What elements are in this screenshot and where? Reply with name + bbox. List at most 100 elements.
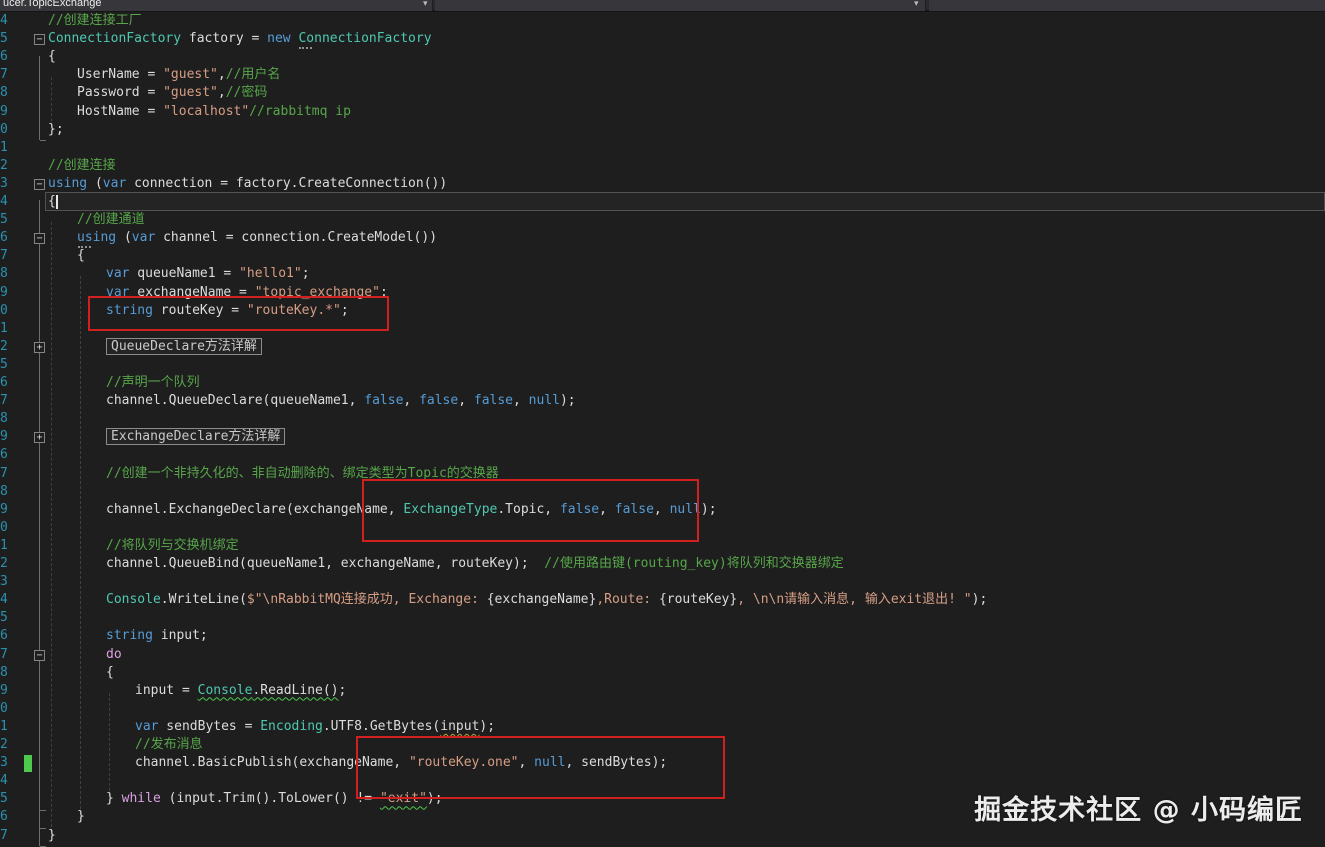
line-number: 6 (0, 49, 8, 65)
code-editor[interactable]: 4//创建连接工厂 5− ConnectionFactory factory = n… (0, 12, 1325, 847)
token: sendBytes = (158, 718, 261, 734)
token: ( (116, 230, 132, 246)
collapsed-region-box[interactable]: QueueDeclare方法详解 (106, 337, 262, 355)
code-line[interactable]: 6 //声明一个队列 (0, 374, 1325, 393)
token: //创建连接 (48, 157, 116, 173)
code-text: //发布消息 (135, 736, 203, 754)
code-line[interactable]: 8 Password = "guest",//密码 (0, 84, 1325, 103)
code-text: //创建通道 (77, 211, 145, 229)
token: false (419, 393, 459, 409)
fold-expand-icon[interactable]: + (34, 341, 45, 353)
line-number: 3 (0, 574, 8, 590)
code-line[interactable]: 9 + ExchangeDeclare方法详解 (0, 428, 1325, 447)
type-dropdown[interactable]: ▾ (435, 0, 926, 11)
change-tracker-bar (24, 754, 32, 773)
line-number: 6 (0, 628, 8, 644)
token: ConnectionFactory (48, 31, 182, 47)
token: UserName = (77, 67, 164, 83)
code-line[interactable]: 5− ConnectionFactory factory = new Connec… (0, 30, 1325, 50)
line-number: 7 (0, 465, 8, 481)
project-dropdown[interactable]: ucer.TopicExchange ▾ (0, 0, 433, 11)
code-line[interactable]: 4 //创建连接工厂 (0, 12, 1325, 31)
token: null (528, 393, 560, 409)
token: , \n\n请输入消息, 输入exit退出! " (737, 592, 972, 608)
code-line[interactable]: 5 //创建通道 (0, 211, 1325, 230)
collapsed-region-box[interactable]: ExchangeDeclare方法详解 (106, 428, 286, 446)
code-line[interactable]: 9 HostName = "localhost"//rabbitmq ip (0, 103, 1325, 122)
fold-collapse-icon[interactable]: − (34, 233, 45, 245)
code-line[interactable]: 2 channel.QueueBind(queueName1, exchangeN… (0, 555, 1325, 574)
line-number: 7 (0, 248, 8, 264)
token: string (106, 628, 153, 644)
code-line[interactable]: 8{ (0, 664, 1325, 683)
code-line[interactable]: 6 − using (var channel = connection.Create… (0, 229, 1325, 249)
code-line[interactable]: 5 (0, 356, 1325, 375)
code-line[interactable]: 9 input = Console.ReadLine(); (0, 682, 1325, 701)
token: Encoding (260, 718, 323, 734)
token: false (364, 393, 404, 409)
line-number: 1 (0, 537, 8, 553)
code-text: { (48, 48, 56, 66)
token: { (48, 194, 56, 209)
fold-expand-icon[interactable]: + (34, 432, 45, 444)
token: { (106, 664, 114, 680)
code-line[interactable]: 0 (0, 700, 1325, 719)
code-line[interactable]: 7 − do (0, 646, 1325, 665)
line-number: 7 (0, 827, 8, 843)
code-line[interactable]: 8 var queueName1 = "hello1"; (0, 265, 1325, 284)
annotation-red-box (88, 296, 389, 331)
token: Password = (77, 85, 164, 101)
line-number: 5 (0, 791, 8, 807)
code-line[interactable]: 1 (0, 139, 1325, 158)
code-line[interactable]: 6 (0, 446, 1325, 465)
token: //rabbitmq ip (249, 103, 351, 119)
token: "localhost" (163, 103, 250, 119)
fold-collapse-icon[interactable]: − (34, 34, 45, 46)
code-line[interactable]: 4 Console.WriteLine($"\nRabbitMQ连接成功, Exc… (0, 591, 1325, 610)
token: while (121, 791, 161, 807)
code-line[interactable]: 3 (0, 573, 1325, 592)
code-text: }; (48, 121, 64, 139)
token: //声明一个队列 (106, 375, 200, 390)
token: ; (338, 682, 347, 698)
token: //发布消息 (135, 737, 203, 752)
code-line[interactable]: 3 − using (var connection = factory.Create… (0, 175, 1325, 194)
token: Console (106, 592, 161, 608)
token: using (48, 175, 88, 191)
chevron-down-icon: ▾ (914, 0, 919, 9)
code-line[interactable]: 2 //创建连接 (0, 157, 1325, 176)
code-line[interactable]: 7{ (0, 247, 1325, 266)
code-line[interactable]: 7 channel.QueueDeclare(queueName1, false,… (0, 392, 1325, 411)
code-line[interactable]: 0}; (0, 121, 1325, 140)
code-text: //创建连接 (48, 157, 116, 175)
code-text: } (77, 808, 85, 826)
token: input (440, 718, 480, 734)
code-line[interactable]: 4{ (0, 193, 1325, 212)
code-text: using (var connection = factory.CreateCo… (48, 175, 447, 193)
member-dropdown[interactable] (929, 0, 1325, 11)
line-number: 1 (0, 718, 8, 734)
code-line[interactable]: 6{ (0, 48, 1325, 67)
line-number: 6 (0, 230, 8, 246)
code-text: { (48, 193, 56, 211)
code-line[interactable]: 2 + QueueDeclare方法详解 (0, 337, 1325, 357)
token: ( (87, 175, 103, 191)
code-line[interactable]: 7 UserName = "guest",//用户名 (0, 66, 1325, 85)
code-line[interactable]: 6 string input; (0, 627, 1325, 646)
code-text: channel.QueueDeclare(queueName1, false, … (106, 392, 576, 410)
token: ); (479, 718, 496, 734)
token: //将队列与交换机绑定 (106, 537, 239, 553)
line-number: 6 (0, 809, 8, 825)
token: ConnectionFactory (298, 31, 432, 50)
code-text: input = Console.ReadLine(); (135, 682, 346, 700)
code-line[interactable]: 5 (0, 609, 1325, 628)
fold-collapse-icon[interactable]: − (34, 649, 45, 661)
code-line[interactable]: 8 (0, 410, 1325, 429)
line-number: 0 (0, 700, 8, 716)
token: {exchangeName} (486, 592, 597, 608)
fold-collapse-icon[interactable]: − (34, 178, 45, 190)
code-line[interactable]: 1 var sendBytes = Encoding.UTF8.GetBytes(… (0, 718, 1325, 737)
token: using (77, 230, 117, 249)
line-number: 2 (0, 737, 8, 752)
line-number: 8 (0, 85, 8, 101)
